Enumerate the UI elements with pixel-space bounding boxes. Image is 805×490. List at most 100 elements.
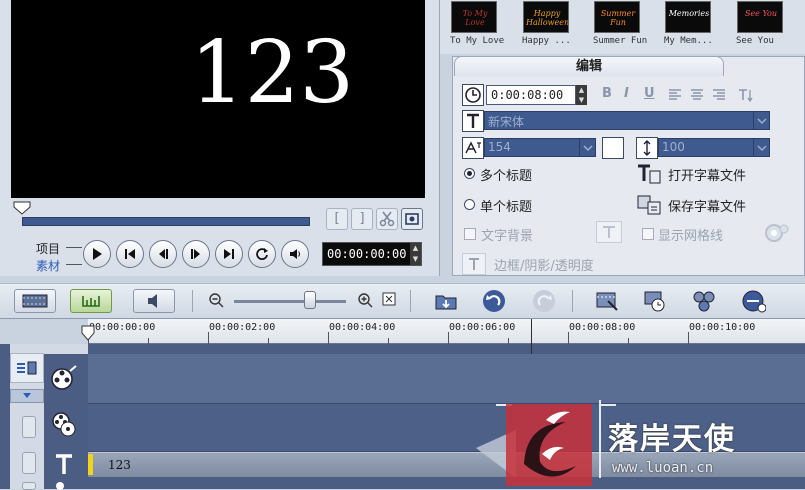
line-spacing-icon xyxy=(643,140,651,156)
library-thumbnail[interactable]: To My Love xyxy=(451,1,497,33)
fit-project-icon[interactable] xyxy=(382,292,396,306)
align-center-icon[interactable] xyxy=(690,88,704,101)
play-button[interactable] xyxy=(83,240,111,268)
ruler-playhead-icon[interactable] xyxy=(80,325,96,345)
text-background-settings-button[interactable] xyxy=(596,221,622,243)
smart-proxy-icon[interactable] xyxy=(595,289,619,313)
library-thumbnail-label[interactable]: My Mem... xyxy=(664,36,713,46)
timeline-view-button[interactable] xyxy=(70,289,112,313)
vertical-text-icon[interactable] xyxy=(738,87,754,103)
tab-edit[interactable]: 编辑 xyxy=(454,56,724,76)
save-subtitle-icon[interactable] xyxy=(636,194,662,216)
open-subtitle-button[interactable]: 打开字幕文件 xyxy=(668,165,746,184)
line-spacing-value: 100 xyxy=(662,140,685,154)
ruler-tick-label: 00:00:06:00 xyxy=(449,322,516,333)
library-thumbnail[interactable]: Summer Fun xyxy=(594,1,640,33)
library-thumbnail[interactable]: See You xyxy=(737,1,783,33)
zoom-in-icon[interactable] xyxy=(357,292,373,308)
video-track-icon[interactable] xyxy=(50,364,78,392)
scrub-marker-icon[interactable] xyxy=(12,201,32,215)
single-title-label[interactable]: 单个标题 xyxy=(480,196,532,215)
surround-mixer-icon[interactable] xyxy=(742,289,766,313)
timecode-field[interactable]: 00:00:00:00 ▲ ▼ xyxy=(322,242,422,266)
ruler-tick xyxy=(688,332,689,344)
trim-end-button[interactable]: ] xyxy=(351,208,373,230)
underline-button[interactable]: U xyxy=(644,86,655,101)
bold-button[interactable]: B xyxy=(602,86,612,101)
audio-view-button[interactable] xyxy=(133,289,175,313)
scrub-bar[interactable] xyxy=(22,217,310,226)
duration-spinner[interactable]: ▲ ▼ xyxy=(576,85,587,105)
text-background-icon xyxy=(603,226,615,238)
next-frame-button[interactable] xyxy=(182,240,210,268)
show-grid-label: 显示网格线 xyxy=(658,229,724,244)
library-thumbnail-label[interactable]: To My Love xyxy=(450,36,504,46)
show-grid-checkbox[interactable] xyxy=(642,228,654,240)
volume-button[interactable] xyxy=(281,240,309,268)
single-title-radio[interactable] xyxy=(464,199,475,210)
ruler-minor-tick xyxy=(628,338,629,344)
clip-start-marker[interactable] xyxy=(88,454,93,475)
preview-title-text[interactable]: 123 xyxy=(190,30,354,116)
thumbnail-caption: To My Love xyxy=(462,9,488,27)
library-thumbnail[interactable]: Memories xyxy=(665,1,711,33)
mode-clip-label[interactable]: 素材 xyxy=(36,257,60,274)
align-right-icon[interactable] xyxy=(712,88,726,101)
font-select[interactable]: 新宋体 xyxy=(484,111,770,130)
fullscreen-button[interactable] xyxy=(401,208,423,230)
lock-icon[interactable] xyxy=(22,452,36,474)
track-manager-button[interactable] xyxy=(10,353,44,383)
font-t-icon xyxy=(467,113,479,128)
line-spacing-select[interactable]: 100 xyxy=(658,138,770,157)
border-shadow-button[interactable] xyxy=(462,253,486,275)
lock-icon[interactable] xyxy=(22,416,36,438)
align-left-icon[interactable] xyxy=(668,88,682,101)
duration-input[interactable]: 0:00:08:00 xyxy=(486,85,576,105)
prev-frame-button[interactable] xyxy=(149,240,177,268)
mix-audio-icon[interactable] xyxy=(692,289,716,313)
go-start-button[interactable] xyxy=(116,240,144,268)
voice-track[interactable] xyxy=(88,477,805,489)
split-clip-button[interactable] xyxy=(376,208,398,230)
insert-media-icon[interactable] xyxy=(434,289,458,313)
track-expand-button[interactable] xyxy=(10,389,44,403)
go-end-button[interactable] xyxy=(215,240,243,268)
undo-icon[interactable] xyxy=(482,289,506,313)
library-thumbnail-label[interactable]: Summer Fun xyxy=(593,36,647,46)
redo-icon[interactable] xyxy=(532,289,556,313)
text-background-checkbox[interactable] xyxy=(464,228,476,240)
color-swatch[interactable] xyxy=(602,137,624,159)
spin-down-button[interactable]: ▼ xyxy=(410,254,421,265)
overlay-track-icon[interactable] xyxy=(50,410,78,438)
repeat-button[interactable] xyxy=(248,240,276,268)
storyboard-view-button[interactable] xyxy=(14,289,56,313)
library-thumbnail[interactable]: Happy Halloween xyxy=(523,1,569,33)
font-size-select[interactable]: 154 xyxy=(484,138,596,157)
video-track[interactable] xyxy=(88,354,805,404)
title-track-icon[interactable] xyxy=(50,450,78,478)
toolbar-separator xyxy=(192,290,193,312)
save-subtitle-button[interactable]: 保存字幕文件 xyxy=(668,196,746,215)
mode-project-label[interactable]: 项目 xyxy=(36,240,60,257)
border-shadow-label[interactable]: 边框/阴影/透明度 xyxy=(494,255,594,274)
timecode-value: 00:00:00:00 xyxy=(327,247,407,261)
multi-title-label[interactable]: 多个标题 xyxy=(480,165,532,184)
library-thumbnail-label[interactable]: See You xyxy=(736,36,774,46)
duration-button[interactable] xyxy=(462,84,484,106)
grid-settings-icon[interactable] xyxy=(762,221,792,245)
watermark-text: 落岸天使 xyxy=(608,422,736,457)
zoom-slider-thumb[interactable] xyxy=(304,291,316,309)
zoom-slider-track[interactable] xyxy=(234,300,346,303)
zoom-out-icon[interactable] xyxy=(208,292,224,308)
italic-button[interactable]: I xyxy=(624,86,629,101)
multi-title-radio[interactable] xyxy=(464,168,475,179)
trim-start-button[interactable]: [ xyxy=(326,208,348,230)
font-size-value: 154 xyxy=(488,140,511,154)
open-subtitle-icon[interactable] xyxy=(636,163,662,185)
chapter-point-icon[interactable] xyxy=(643,289,667,313)
timeline-icon xyxy=(82,296,100,307)
library-thumbnail-label[interactable]: Happy ... xyxy=(522,36,571,46)
duration-value: 0:00:08:00 xyxy=(491,88,564,102)
title-clip-label: 123 xyxy=(108,458,131,472)
spin-up-button[interactable]: ▲ xyxy=(410,243,421,254)
